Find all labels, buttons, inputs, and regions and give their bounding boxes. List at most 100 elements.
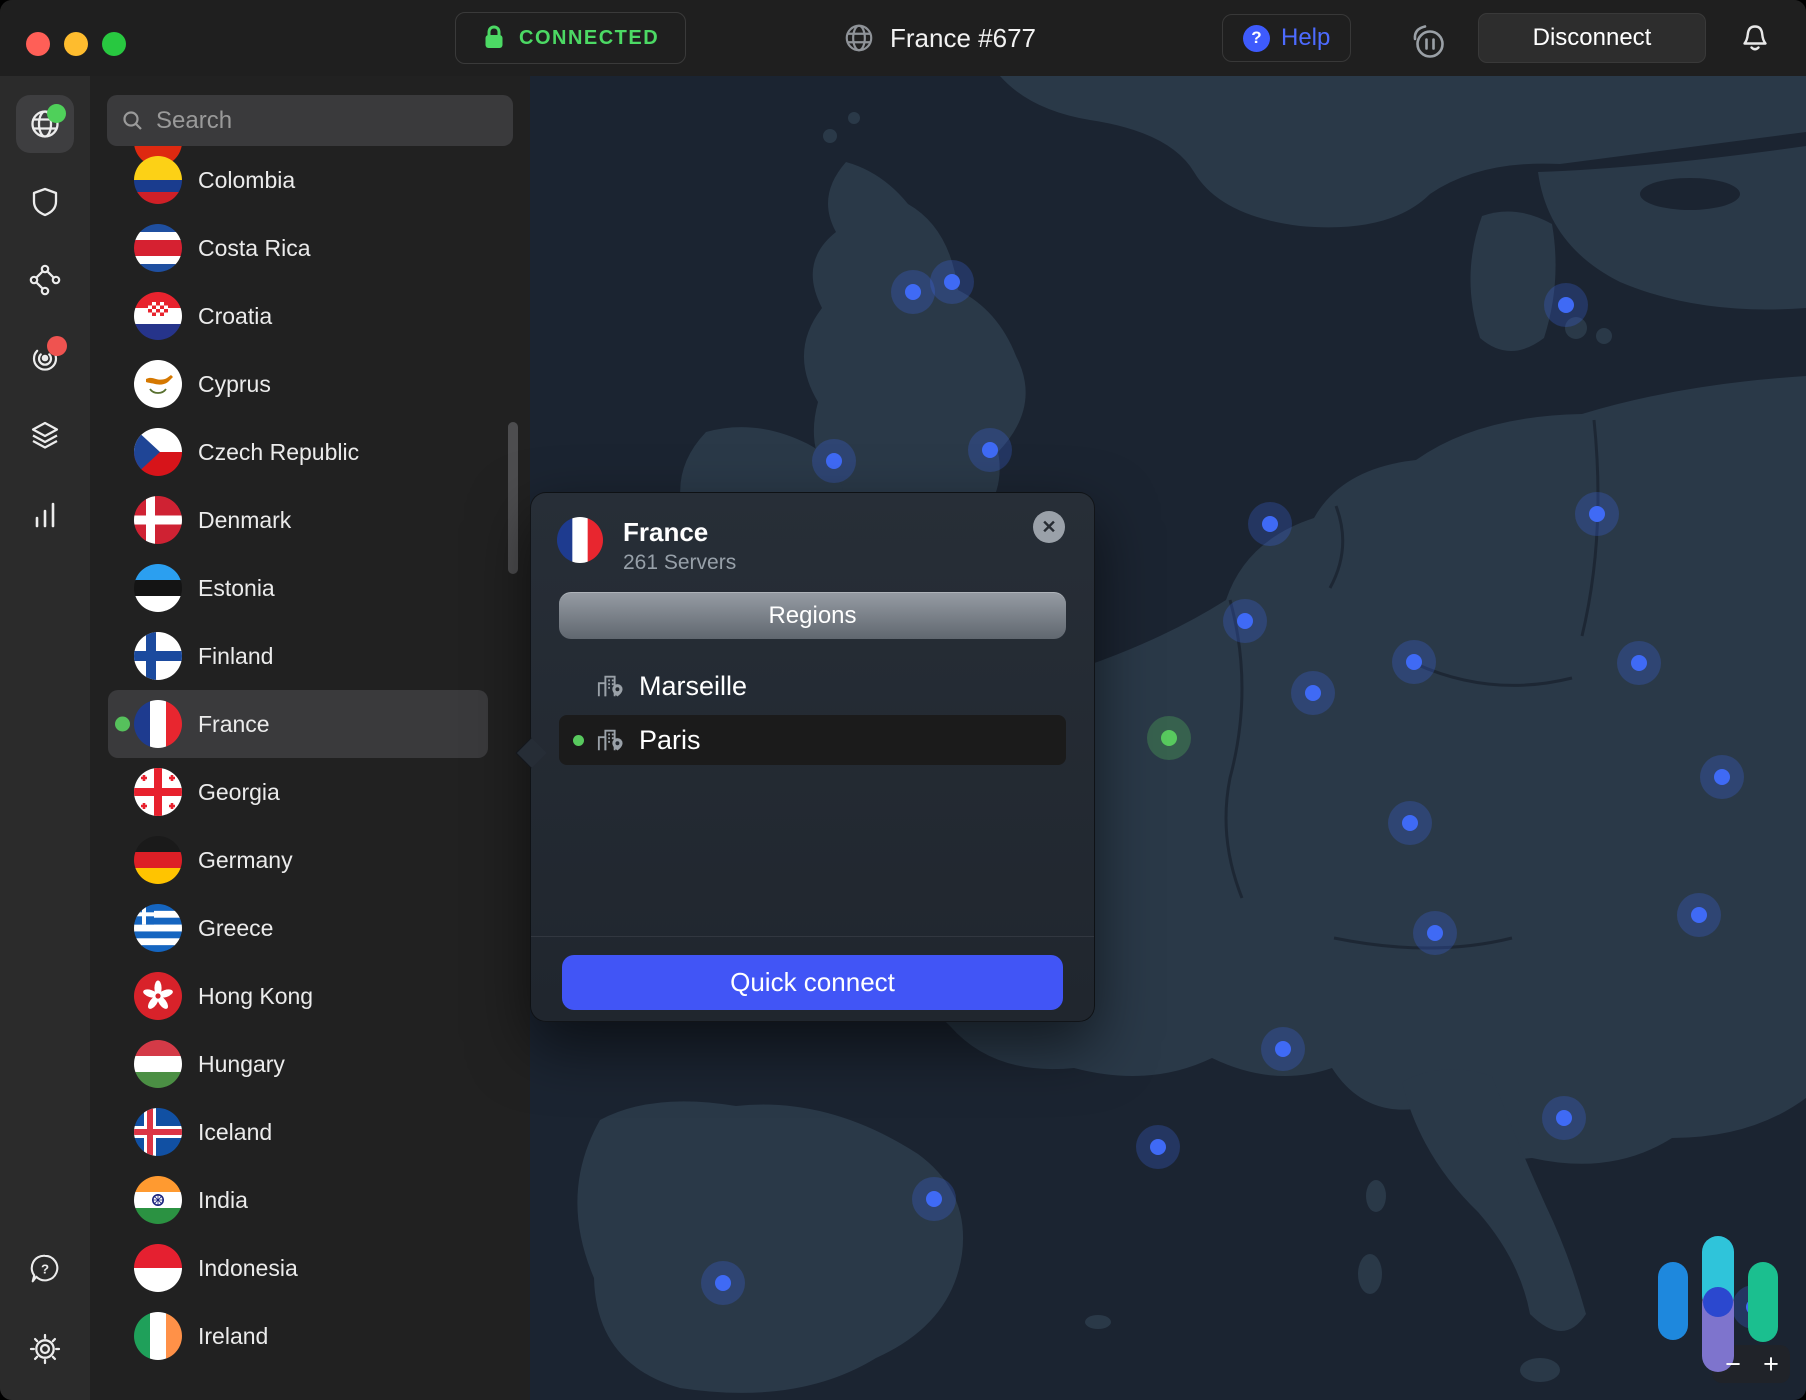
server-location-dot[interactable] xyxy=(1223,599,1267,643)
country-row-croatia[interactable]: Croatia xyxy=(90,282,530,350)
server-location-dot[interactable] xyxy=(1291,671,1335,715)
country-flag xyxy=(134,1244,182,1292)
country-row-hong-kong[interactable]: Hong Kong xyxy=(90,962,530,1030)
server-location-dot[interactable] xyxy=(701,1261,745,1305)
connection-status-badge: CONNECTED xyxy=(455,12,686,64)
country-row-czech-republic[interactable]: Czech Republic xyxy=(90,418,530,486)
sidebar-item-statistics[interactable] xyxy=(16,485,74,543)
server-location-dot[interactable] xyxy=(1261,1027,1305,1071)
country-row-ireland[interactable]: Ireland xyxy=(90,1302,530,1370)
server-location-dot[interactable] xyxy=(930,260,974,304)
country-flag xyxy=(134,632,182,680)
city-row-paris[interactable]: Paris xyxy=(559,715,1066,765)
country-name: India xyxy=(198,1187,248,1214)
country-row-france[interactable]: France xyxy=(108,690,488,758)
country-panel: ColombiaCosta Rica Croatia Cyprus Czech Rep… xyxy=(90,76,530,1400)
sidebar-item-specialty-servers[interactable] xyxy=(16,407,74,465)
server-location-dot[interactable] xyxy=(912,1177,956,1221)
sidebar-item-security[interactable] xyxy=(16,173,74,231)
country-name: Hong Kong xyxy=(198,983,313,1010)
server-location-dot[interactable] xyxy=(968,428,1012,472)
quick-connect-button[interactable]: Quick connect xyxy=(562,955,1063,1010)
server-location-dot[interactable] xyxy=(1542,1096,1586,1140)
pause-connection-button[interactable] xyxy=(1408,22,1448,67)
maximize-window-button[interactable] xyxy=(102,32,126,56)
sidebar-item-meshnet[interactable] xyxy=(16,251,74,309)
country-name: Hungary xyxy=(198,1051,285,1078)
zoom-out-button[interactable]: − xyxy=(1714,1345,1752,1383)
country-row-cyprus[interactable]: Cyprus xyxy=(90,350,530,418)
city-icon xyxy=(595,673,625,699)
close-window-button[interactable] xyxy=(26,32,50,56)
server-location-dot[interactable] xyxy=(1677,893,1721,937)
country-flag xyxy=(134,564,182,612)
country-row-estonia[interactable]: Estonia xyxy=(90,554,530,622)
minimize-window-button[interactable] xyxy=(64,32,88,56)
server-location-dot[interactable] xyxy=(1392,640,1436,684)
country-row-georgia[interactable]: Georgia xyxy=(90,758,530,826)
country-row-india[interactable]: India xyxy=(90,1166,530,1234)
country-name: Finland xyxy=(198,643,273,670)
country-row-finland[interactable]: Finland xyxy=(90,622,530,690)
server-location-dot[interactable] xyxy=(1575,492,1619,536)
country-name: Croatia xyxy=(198,303,272,330)
search-input[interactable] xyxy=(156,107,499,135)
country-row-greece[interactable]: Greece xyxy=(90,894,530,962)
country-row-iceland[interactable]: Iceland xyxy=(90,1098,530,1166)
nodes-icon xyxy=(28,263,62,297)
country-flag xyxy=(134,1040,182,1088)
country-name: Indonesia xyxy=(198,1255,298,1282)
country-flag xyxy=(134,904,182,952)
country-name: Georgia xyxy=(198,779,280,806)
globe-icon xyxy=(843,22,875,54)
sidebar-item-countries[interactable] xyxy=(16,95,74,153)
zoom-in-button[interactable]: + xyxy=(1752,1345,1790,1383)
server-location-dot[interactable] xyxy=(891,270,935,314)
server-location-dot[interactable] xyxy=(1248,502,1292,546)
server-location-dot[interactable] xyxy=(1544,283,1588,327)
search-icon xyxy=(121,109,145,133)
search-field[interactable] xyxy=(107,95,513,146)
country-name: Greece xyxy=(198,915,273,942)
country-row-denmark[interactable]: Denmark xyxy=(90,486,530,554)
server-location-dot[interactable] xyxy=(1732,1285,1776,1329)
server-location-dot[interactable] xyxy=(1136,1125,1180,1169)
title-bar: CONNECTED France #677 ? Help Disconnect xyxy=(0,0,1806,76)
country-row-germany[interactable]: Germany xyxy=(90,826,530,894)
france-flag xyxy=(557,517,603,575)
notifications-bell-icon[interactable] xyxy=(1738,22,1772,61)
country-flag xyxy=(134,360,182,408)
bars-icon xyxy=(28,497,62,531)
help-button[interactable]: ? Help xyxy=(1222,14,1351,62)
tab-regions[interactable]: Regions xyxy=(559,592,1066,639)
list-scrollbar-thumb[interactable] xyxy=(508,422,518,574)
server-location-dot[interactable] xyxy=(1413,911,1457,955)
country-row-colombia[interactable]: Colombia xyxy=(90,146,530,214)
server-location-dot[interactable] xyxy=(1617,641,1661,685)
popover-header: France 261 Servers xyxy=(557,517,736,575)
city-name: Marseille xyxy=(639,671,747,702)
server-location-dot[interactable] xyxy=(1700,755,1744,799)
country-row-indonesia[interactable]: Indonesia xyxy=(90,1234,530,1302)
connected-indicator-dot xyxy=(115,717,130,732)
city-row-marseille[interactable]: Marseille xyxy=(559,661,1066,711)
country-flag xyxy=(134,836,182,884)
sidebar-item-support[interactable]: ? xyxy=(16,1240,74,1298)
popover-server-count: 261 Servers xyxy=(623,551,736,575)
sidebar-item-threat-protection[interactable] xyxy=(16,329,74,387)
server-location-dot[interactable] xyxy=(812,439,856,483)
sidebar-item-settings[interactable] xyxy=(16,1320,74,1378)
server-location-dot[interactable] xyxy=(1388,801,1432,845)
connected-indicator-dot xyxy=(573,735,584,746)
country-row-hungary[interactable]: Hungary xyxy=(90,1030,530,1098)
country-name: Ireland xyxy=(198,1323,268,1350)
disconnect-button[interactable]: Disconnect xyxy=(1478,13,1706,63)
green-status-badge xyxy=(47,104,66,123)
connected-server-dot[interactable] xyxy=(1147,716,1191,760)
close-icon[interactable]: ✕ xyxy=(1033,511,1065,543)
question-circle-icon: ? xyxy=(1243,25,1270,52)
country-name: Cyprus xyxy=(198,371,271,398)
popover-divider xyxy=(531,936,1094,937)
country-row-costa-rica[interactable]: Costa Rica xyxy=(90,214,530,282)
city-name: Paris xyxy=(639,725,701,756)
